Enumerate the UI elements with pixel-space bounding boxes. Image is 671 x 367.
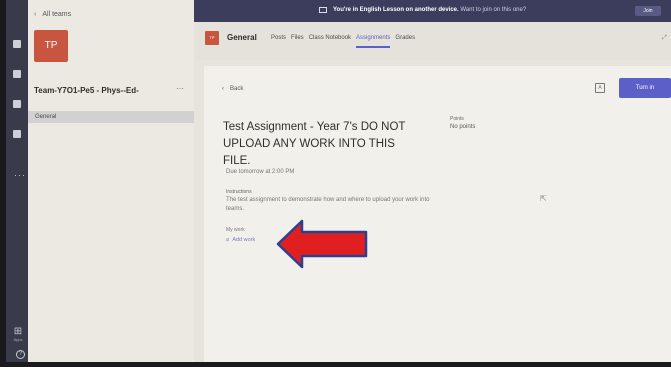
expand-icon[interactable]: ⤢ — [662, 35, 667, 42]
channel-item-general[interactable]: General — [28, 111, 194, 123]
teams-icon — [13, 100, 21, 108]
files-icon — [13, 130, 21, 138]
immersive-reader-icon[interactable]: A — [595, 83, 605, 93]
team-panel: ‹ All teams TP Team-Y7O1-Pe5 - Phys--Ed- … — [28, 0, 194, 362]
banner-text: You're in English Lesson on another devi… — [333, 7, 526, 13]
join-button[interactable]: Join — [635, 6, 661, 16]
tab-grades[interactable]: Grades — [395, 35, 415, 48]
mouse-cursor-icon: ⇱ — [540, 194, 547, 203]
arrow-shape — [276, 219, 368, 269]
due-date: Due tomorrow at 2:00 PM — [226, 169, 295, 175]
add-work-label: Add work — [232, 237, 256, 243]
channel-tabs: Posts Files Class Notebook Assignments G… — [271, 35, 420, 48]
tab-class-notebook[interactable]: Class Notebook — [309, 35, 351, 48]
device-icon — [319, 7, 327, 13]
paperclip-icon: ⌀ — [226, 237, 230, 243]
assignment-card: ‹ Back A Turn in Test Assignment - Year 7… — [204, 66, 671, 362]
chevron-left-icon: ‹ — [34, 11, 37, 18]
add-work-button[interactable]: ⌀ Add work — [226, 237, 255, 243]
team-name[interactable]: Team-Y7O1-Pe5 - Phys--Ed- — [34, 86, 139, 95]
all-teams-link[interactable]: ‹ All teams — [34, 11, 71, 18]
apps-label: Apps — [13, 337, 23, 342]
screen-bezel-bottom — [0, 362, 671, 367]
channel-header: TP General Posts Files Class Notebook As… — [194, 22, 671, 60]
help-icon[interactable]: ? — [16, 350, 25, 359]
rail-item-activity[interactable] — [8, 40, 26, 48]
channel-name: General — [227, 33, 257, 42]
rail-item-apps[interactable]: ⊞ Apps — [10, 326, 26, 343]
channel-avatar: TP — [205, 31, 219, 45]
meeting-banner: You're in English Lesson on another devi… — [194, 0, 671, 22]
my-work-label: My work — [226, 227, 245, 233]
instructions-text: The test assignment to demonstrate how a… — [226, 197, 430, 212]
back-label: Back — [230, 86, 244, 92]
all-teams-label: All teams — [42, 11, 72, 18]
assignment-title: Test Assignment - Year 7's DO NOT UPLOAD… — [223, 121, 406, 167]
apps-grid-icon: ⊞ — [13, 326, 23, 337]
more-apps-icon[interactable]: ··· — [14, 170, 26, 180]
tab-assignments[interactable]: Assignments — [356, 35, 391, 48]
chat-icon — [13, 70, 21, 78]
team-avatar: TP — [34, 30, 68, 62]
back-link[interactable]: ‹ Back — [222, 86, 243, 92]
rail-item-files[interactable] — [8, 130, 26, 138]
team-more-options-icon[interactable]: ··· — [176, 84, 184, 93]
rail-item-teams[interactable] — [8, 100, 26, 108]
rail-item-chat[interactable] — [8, 70, 26, 78]
bell-icon — [13, 40, 21, 48]
points-value: No points — [450, 124, 476, 130]
instructions-label: Instructions — [226, 189, 252, 195]
chevron-left-icon: ‹ — [222, 86, 224, 92]
tab-posts[interactable]: Posts — [271, 35, 286, 48]
banner-rest-text: Want to join on this one? — [460, 7, 527, 13]
points-label: Points — [450, 116, 464, 122]
red-arrow-annotation — [276, 219, 368, 269]
banner-bold-text: You're in English Lesson on another devi… — [333, 7, 459, 13]
tab-files[interactable]: Files — [291, 35, 304, 48]
app-rail: ··· ⊞ Apps ? — [6, 0, 28, 362]
turn-in-button[interactable]: Turn in — [619, 78, 671, 98]
